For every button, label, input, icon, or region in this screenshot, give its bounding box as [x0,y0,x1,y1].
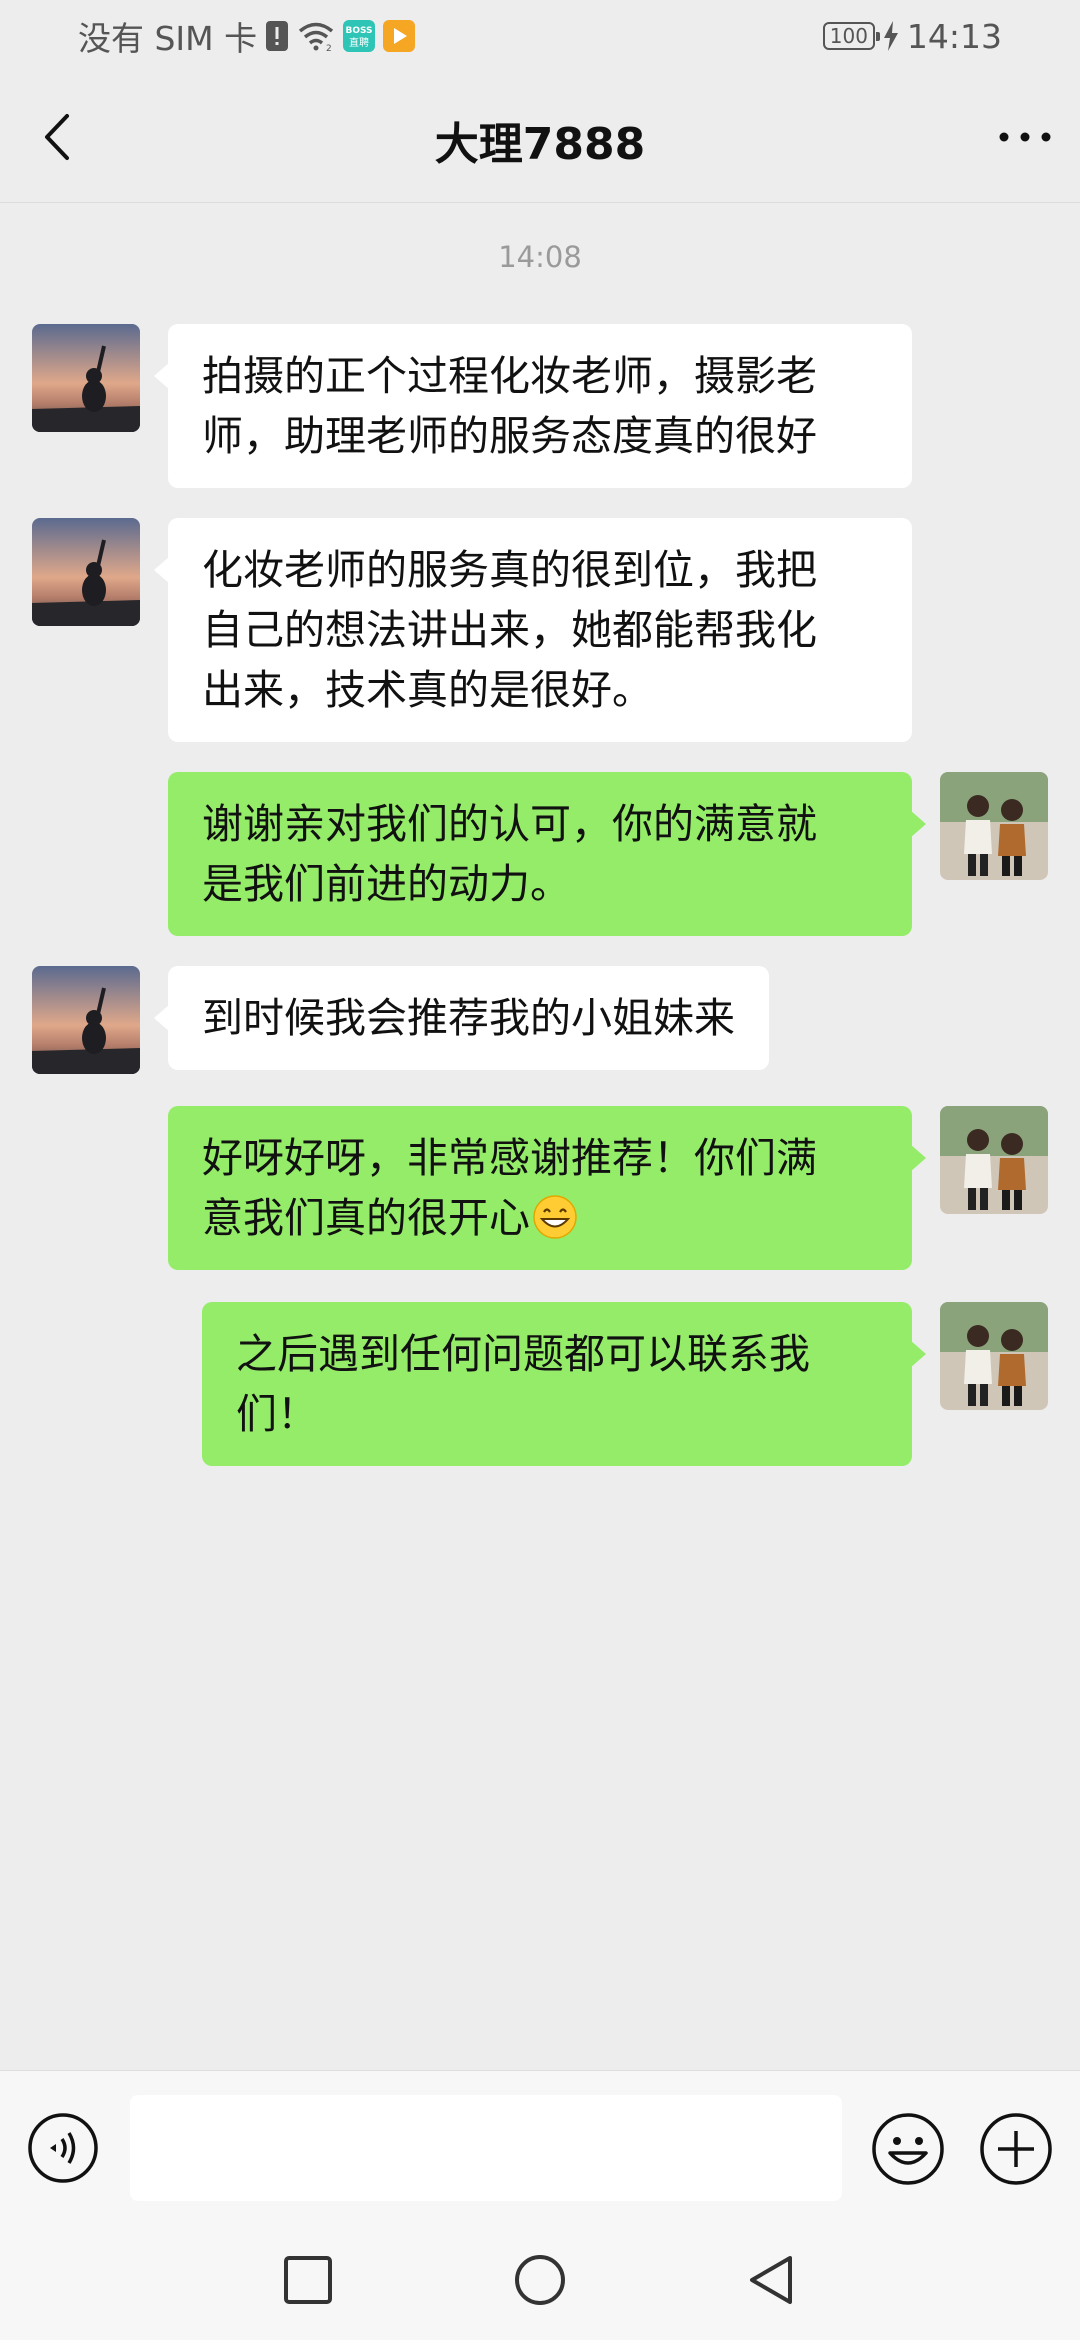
message-line: 拍摄的正个过程化妆老师，摄影老 [202,352,817,400]
more-functions-button[interactable] [978,2111,1054,2187]
svg-text:BOSS: BOSS [346,26,373,36]
message-line: 出来，技术真的是很好。 [202,666,653,714]
clock-time: 14:13 [906,16,1002,56]
voice-icon [28,2113,98,2183]
more-options-button[interactable] [990,102,1060,172]
message-bubble-outgoing[interactable]: 谢谢亲对我们的认可，你的满意就 是我们前进的动力。 [168,772,926,936]
smiley-icon [872,2113,944,2185]
plus-icon [980,2113,1052,2185]
triangle-back-icon [750,2256,792,2304]
my-avatar[interactable] [940,1106,1048,1214]
message-line: 之后遇到任何问题都可以联系我 [236,1330,810,1378]
voice-input-button[interactable] [26,2111,100,2185]
grinning-face-emoji [533,1195,577,1239]
message-input[interactable] [130,2095,842,2201]
battery-icon: 100 [822,22,880,50]
square-icon [284,2256,332,2304]
message-line: 谢谢亲对我们的认可，你的满意就 [202,800,817,848]
status-right: 100 14:13 [822,16,1002,56]
contact-avatar[interactable] [32,518,140,626]
message-line: 化妆老师的服务真的很到位，我把 [202,546,817,594]
boss-app-icon: BOSS 直聘 [343,20,376,52]
message-line: 是我们前进的动力。 [202,860,571,908]
message-line: 自己的想法讲出来，她都能帮我化 [202,606,817,654]
charging-bolt-icon [883,21,899,51]
svg-text:2: 2 [326,44,332,51]
circle-icon [515,2255,565,2305]
message-line: 到时候我会推荐我的小姐妹来 [202,994,735,1042]
message-input-bar [0,2070,1080,2221]
message-bubble-outgoing[interactable]: 好呀好呀，非常感谢推荐！你们满 意我们真的很开心 [168,1106,926,1270]
message-bubble-outgoing[interactable]: 之后遇到任何问题都可以联系我 们！ [202,1302,926,1466]
chat-title: 大理7888 [434,119,646,170]
message-bubble-incoming[interactable]: 化妆老师的服务真的很到位，我把 自己的想法讲出来，她都能帮我化 出来，技术真的是… [154,518,912,742]
chat-header: 大理7888 [0,72,1080,203]
message-line: 好呀好呀，非常感谢推荐！你们满 [202,1134,817,1182]
back-nav-button[interactable] [742,2250,802,2310]
more-dots-icon [999,132,1051,142]
sim-alert-icon [265,20,289,52]
contact-avatar[interactable] [32,324,140,432]
message-line-with-emoji: 意我们真的很开心 [202,1188,878,1248]
my-avatar[interactable] [940,772,1048,880]
emoji-button[interactable] [870,2111,946,2187]
recent-apps-button[interactable] [278,2250,338,2310]
home-button[interactable] [510,2250,570,2310]
carrier-text: 没有 SIM 卡 [78,19,258,58]
video-app-icon [383,20,416,52]
contact-avatar[interactable] [32,966,140,1074]
message-bubble-incoming[interactable]: 拍摄的正个过程化妆老师，摄影老 师，助理老师的服务态度真的很好 [154,324,912,488]
message-line: 们！ [236,1390,318,1438]
wifi-icon: 2 [297,21,335,51]
status-bar: 没有 SIM 卡 2 BOSS 直聘 100 14:13 [0,0,1080,72]
status-left: 没有 SIM 卡 2 BOSS 直聘 [78,16,416,58]
message-timestamp: 14:08 [498,240,582,274]
system-navigation-bar [0,2220,1080,2340]
message-line-text: 意我们真的很开心 [202,1194,530,1242]
battery-level: 100 [829,24,868,48]
my-avatar[interactable] [940,1302,1048,1410]
svg-text:直聘: 直聘 [349,36,369,49]
message-bubble-incoming[interactable]: 到时候我会推荐我的小姐妹来 [154,966,769,1070]
message-line: 师，助理老师的服务态度真的很好 [202,412,817,460]
